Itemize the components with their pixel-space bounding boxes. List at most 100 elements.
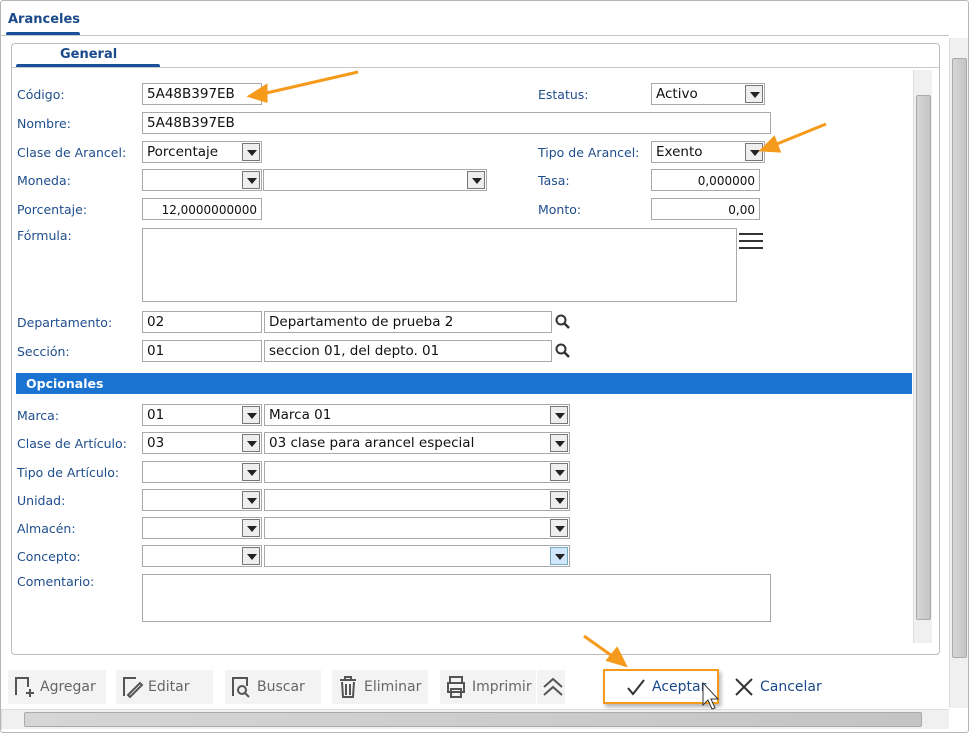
collapse-button[interactable] <box>537 670 565 704</box>
edit-icon <box>123 677 144 699</box>
agregar-button[interactable]: Agregar <box>8 670 106 704</box>
comentario-label: Comentario: <box>17 574 95 589</box>
search-icon[interactable] <box>555 314 571 330</box>
clase-arancel-label: Clase de Arancel: <box>17 145 127 160</box>
clase-arancel-select[interactable]: Porcentaje <box>142 141 262 163</box>
chevron-down-icon[interactable] <box>242 463 260 481</box>
editar-label: Editar <box>148 679 190 695</box>
chevron-down-icon[interactable] <box>242 519 260 537</box>
estatus-select[interactable]: Activo <box>651 83 765 105</box>
moneda-code-select[interactable] <box>142 169 262 191</box>
opcional-desc-value: Marca 01 <box>269 407 332 423</box>
chevron-down-icon[interactable] <box>550 463 568 481</box>
chevron-down-icon[interactable] <box>550 434 568 452</box>
monto-input[interactable]: 0,00 <box>651 198 760 220</box>
tasa-label: Tasa: <box>538 173 570 188</box>
seccion-code-input[interactable]: 01 <box>142 340 262 362</box>
chevron-down-icon[interactable] <box>242 171 260 189</box>
cancelar-button[interactable]: Cancelar <box>728 670 828 704</box>
imprimir-label: Imprimir <box>472 679 532 695</box>
nombre-label: Nombre: <box>17 116 71 131</box>
check-icon <box>627 679 645 696</box>
chevron-down-icon[interactable] <box>550 547 568 565</box>
outer-vertical-scrollbar[interactable] <box>949 38 968 708</box>
opcional-desc-value: 03 clase para arancel especial <box>269 435 475 451</box>
opcional-label: Almacén: <box>17 521 76 536</box>
opcional-desc-select[interactable]: Marca 01 <box>264 404 570 426</box>
porcentaje-input[interactable]: 12,0000000000 <box>142 198 262 220</box>
printer-icon <box>447 676 465 698</box>
opcional-code-select[interactable] <box>142 545 262 567</box>
imprimir-button[interactable]: Imprimir <box>440 670 536 704</box>
moneda-desc-select[interactable] <box>263 169 487 191</box>
departamento-code-input[interactable]: 02 <box>142 311 262 333</box>
estatus-value: Activo <box>656 86 698 102</box>
opcional-label: Unidad: <box>17 493 66 508</box>
chevron-down-icon[interactable] <box>745 143 763 161</box>
opcional-code-value: 03 <box>147 435 165 451</box>
monto-label: Monto: <box>538 202 582 217</box>
agregar-label: Agregar <box>40 679 96 695</box>
chevron-down-icon[interactable] <box>550 491 568 509</box>
opcional-code-select[interactable] <box>142 461 262 483</box>
opcional-label: Clase de Artículo: <box>17 436 127 451</box>
tipo-arancel-label: Tipo de Arancel: <box>538 145 640 160</box>
chevron-down-icon[interactable] <box>550 519 568 537</box>
opcional-code-select[interactable]: 01 <box>142 404 262 426</box>
departamento-label: Departamento: <box>17 315 113 330</box>
formula-textarea[interactable] <box>142 228 737 302</box>
seccion-desc-input: seccion 01, del depto. 01 <box>264 340 552 362</box>
search-document-icon <box>232 677 250 698</box>
eliminar-label: Eliminar <box>364 679 422 695</box>
inner-vertical-scrollbar[interactable] <box>913 70 932 643</box>
comentario-textarea[interactable] <box>142 574 771 622</box>
scrollbar-thumb[interactable] <box>916 95 931 620</box>
tab-general[interactable]: General <box>60 47 117 62</box>
scrollbar-thumb[interactable] <box>952 58 967 658</box>
buscar-button[interactable]: Buscar <box>225 670 321 704</box>
chevron-down-icon[interactable] <box>242 491 260 509</box>
departamento-desc-input: Departamento de prueba 2 <box>264 311 552 333</box>
aceptar-button[interactable]: Aceptar <box>620 670 710 704</box>
nombre-input[interactable]: 5A48B397EB <box>142 112 771 134</box>
divider <box>12 67 939 68</box>
tab-aranceles[interactable]: Aranceles <box>8 12 80 27</box>
moneda-label: Moneda: <box>17 173 71 188</box>
editar-button[interactable]: Editar <box>116 670 213 704</box>
trash-icon <box>340 676 356 698</box>
opcional-desc-select[interactable] <box>264 489 570 511</box>
chevron-down-icon[interactable] <box>550 406 568 424</box>
formula-label: Fórmula: <box>17 228 72 243</box>
horizontal-scrollbar[interactable] <box>1 709 949 729</box>
buscar-label: Buscar <box>257 679 305 695</box>
search-icon[interactable] <box>555 343 571 359</box>
chevron-down-icon[interactable] <box>242 547 260 565</box>
add-document-icon <box>15 677 34 697</box>
chevron-double-up-icon <box>543 677 563 696</box>
aceptar-label: Aceptar <box>652 679 707 695</box>
tipo-arancel-value: Exento <box>656 144 703 160</box>
opcional-desc-select[interactable] <box>264 517 570 539</box>
mouse-cursor-icon <box>702 681 720 710</box>
divider <box>1 35 949 36</box>
chevron-down-icon[interactable] <box>467 171 485 189</box>
menu-icon[interactable] <box>739 232 763 250</box>
seccion-label: Sección: <box>17 344 70 359</box>
opcional-code-select[interactable] <box>142 517 262 539</box>
chevron-down-icon[interactable] <box>242 143 260 161</box>
opcional-desc-select[interactable] <box>264 545 570 567</box>
tasa-input[interactable]: 0,000000 <box>651 169 760 191</box>
opcional-code-select[interactable] <box>142 489 262 511</box>
scrollbar-thumb[interactable] <box>24 712 922 727</box>
codigo-label: Código: <box>17 87 65 102</box>
chevron-down-icon[interactable] <box>242 434 260 452</box>
tipo-arancel-select[interactable]: Exento <box>651 141 765 163</box>
codigo-input[interactable]: 5A48B397EB <box>142 83 262 105</box>
opcional-desc-select[interactable] <box>264 461 570 483</box>
chevron-down-icon[interactable] <box>242 406 260 424</box>
opcional-desc-select[interactable]: 03 clase para arancel especial <box>264 432 570 454</box>
opcional-code-select[interactable]: 03 <box>142 432 262 454</box>
opcional-label: Tipo de Artículo: <box>17 465 120 480</box>
chevron-down-icon[interactable] <box>745 85 763 103</box>
eliminar-button[interactable]: Eliminar <box>332 670 428 704</box>
